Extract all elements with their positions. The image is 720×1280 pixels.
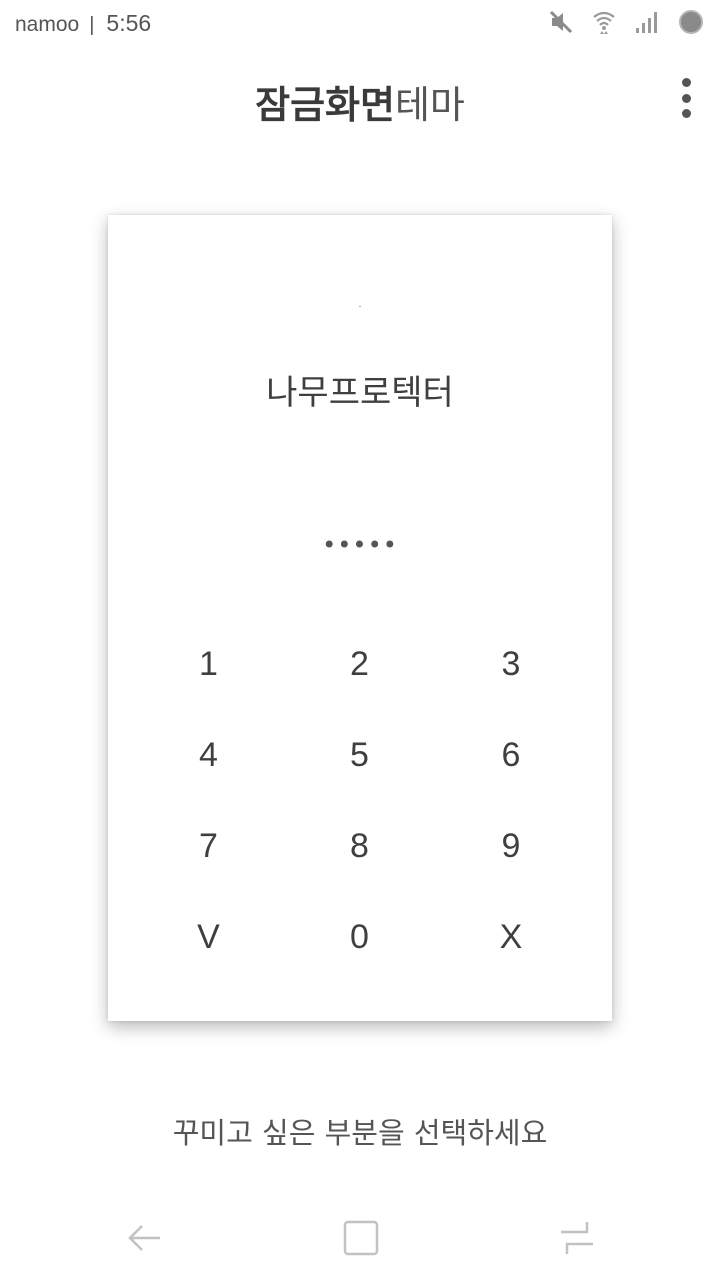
signal-icon [634,10,660,34]
lock-screen-preview[interactable]: 나무프로텍터 ••••• 1 2 3 4 5 6 7 8 9 V 0 X [108,215,612,1021]
page-title-light: 테마 [394,83,465,127]
key-7[interactable]: 7 [133,801,284,892]
page-title-bold: 잠금화면 [255,83,395,127]
page-title: 잠금화면테마 [0,74,720,129]
app-header: 잠금화면테마 [0,70,720,130]
key-8[interactable]: 8 [284,801,435,892]
back-icon[interactable] [124,1218,164,1258]
wifi-icon [592,9,616,35]
status-icons [548,9,704,35]
preview-title[interactable]: 나무프로텍터 [108,365,612,414]
key-4[interactable]: 4 [133,710,284,801]
clock: 5:56 [106,10,152,36]
key-6[interactable]: 6 [435,710,587,801]
status-separator: | [89,14,95,36]
navigation-bar [0,1200,720,1280]
key-9[interactable]: 9 [435,801,587,892]
carrier-name: namoo [15,13,80,36]
status-bar: namoo | 5:56 [0,0,720,46]
pin-indicator[interactable]: ••••• [108,533,612,557]
key-1[interactable]: 1 [133,619,284,710]
recents-icon[interactable] [557,1218,597,1258]
keypad[interactable]: 1 2 3 4 5 6 7 8 9 V 0 X [133,619,587,983]
key-3[interactable]: 3 [435,619,587,710]
status-left: namoo | 5:56 [15,10,151,37]
home-icon[interactable] [341,1218,381,1258]
mute-icon [548,9,574,35]
preview-marker [359,306,361,307]
key-confirm[interactable]: V [133,892,284,983]
battery-icon [678,9,704,35]
key-2[interactable]: 2 [284,619,435,710]
key-0[interactable]: 0 [284,892,435,983]
key-delete[interactable]: X [435,892,587,983]
key-5[interactable]: 5 [284,710,435,801]
more-vert-icon[interactable] [674,78,698,118]
hint-text: 꾸미고 싶은 부분을 선택하세요 [172,1116,548,1150]
